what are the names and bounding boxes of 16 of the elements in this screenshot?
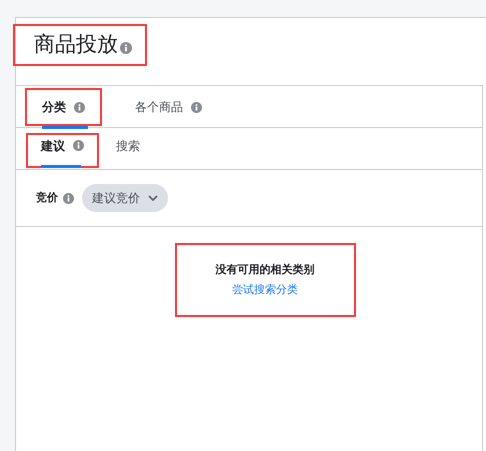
info-icon [74,102,85,112]
search-categories-link[interactable]: 尝试搜索分类 [232,282,298,298]
tab[interactable]: 分类 [42,98,66,116]
empty-message: 没有可用的相关类别 [216,262,314,278]
info-icon [191,102,202,112]
subtab[interactable]: 搜索 [116,136,140,154]
chevron-down-icon [148,195,158,201]
tab-underline [42,126,88,129]
info-icon [63,192,74,204]
info-icon [120,42,132,54]
bid-dropdown[interactable]: 建议竞价 [82,184,168,212]
tab[interactable]: 各个商品 [135,98,183,116]
subtab-underline [41,165,81,168]
bid-label: 竞价 [36,190,58,206]
subtab[interactable]: 建议 [41,136,65,154]
panel-title: 商品投放 [34,31,118,58]
